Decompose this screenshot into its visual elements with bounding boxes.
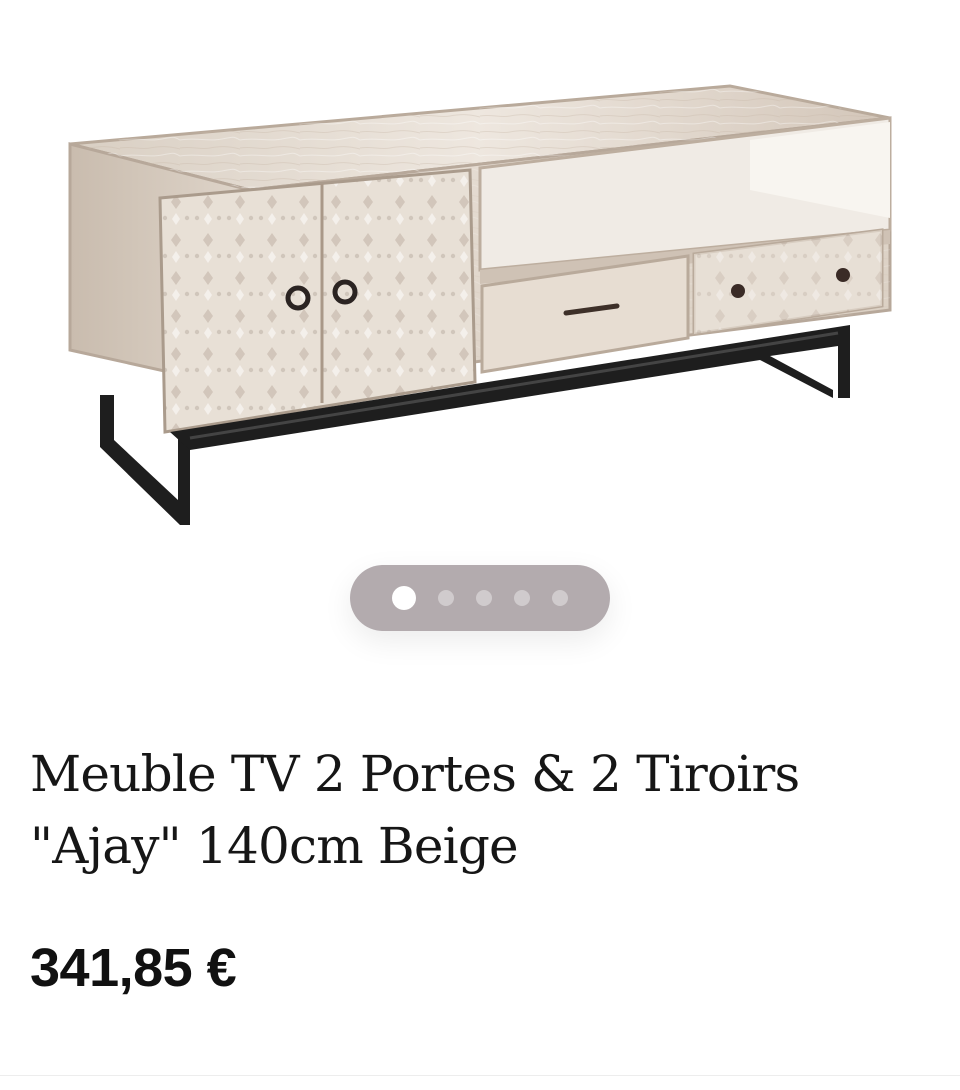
product-info: Meuble TV 2 Portes & 2 Tiroirs "Ajay" 14… [30,738,930,998]
product-title: Meuble TV 2 Portes & 2 Tiroirs "Ajay" 14… [30,738,930,882]
carousel-dot-5[interactable] [552,590,568,606]
bottom-divider [0,1075,960,1076]
tv-cabinet-illustration [68,84,892,525]
product-image[interactable] [0,0,960,560]
product-price: 341,85 € [30,938,237,998]
product-title-line-2: "Ajay" 140cm Beige [30,817,519,875]
carousel-dot-4[interactable] [514,590,530,606]
carousel-dot-1[interactable] [392,586,416,610]
carousel-dot-2[interactable] [438,590,454,606]
product-title-line-1: Meuble TV 2 Portes & 2 Tiroirs [30,745,800,803]
image-carousel-dots[interactable] [350,565,610,631]
product-gallery[interactable] [0,0,960,680]
carousel-dot-3[interactable] [476,590,492,606]
